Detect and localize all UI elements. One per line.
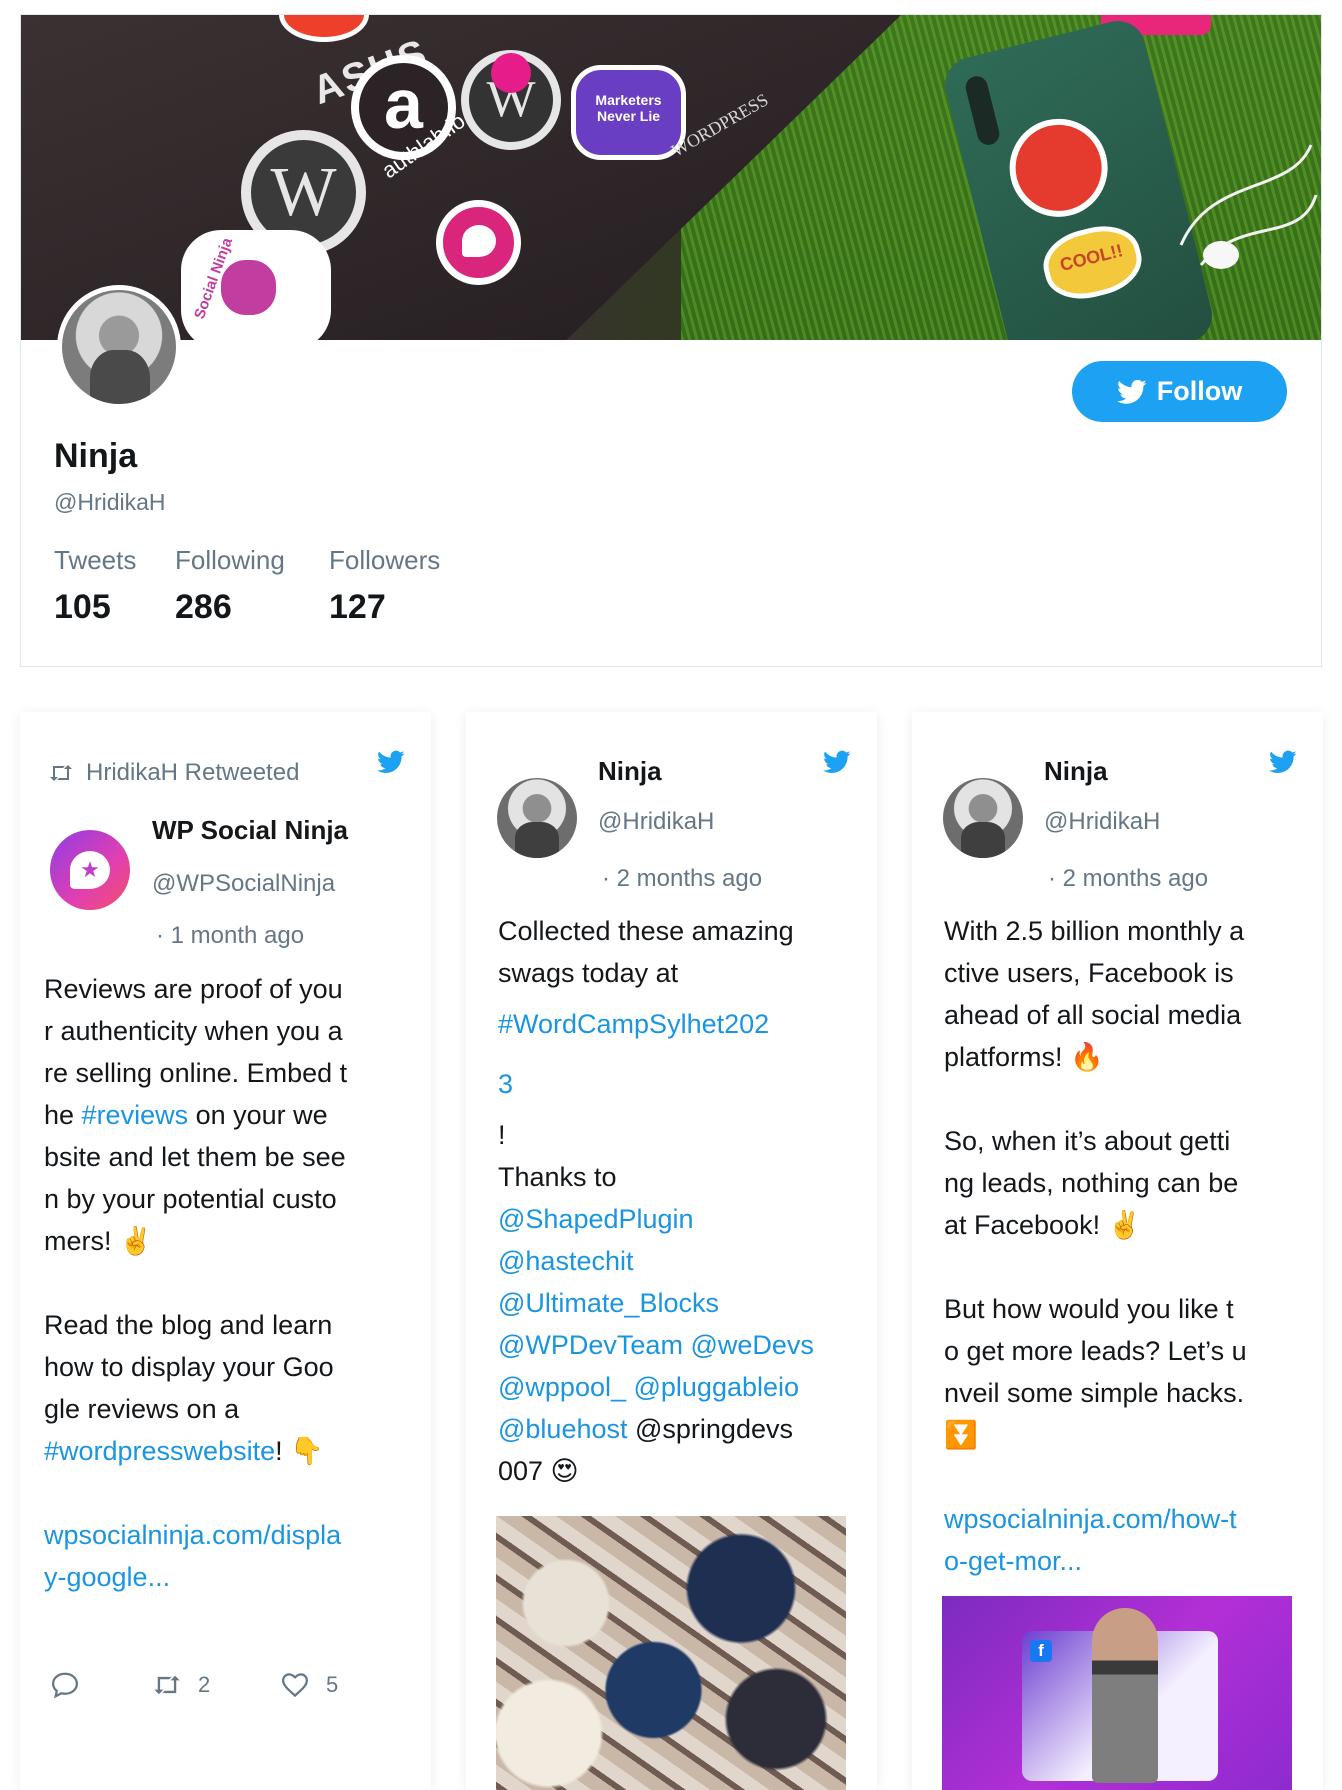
media-person bbox=[1092, 1608, 1158, 1783]
stat-followers[interactable]: Followers 127 bbox=[329, 545, 440, 627]
tweet-timestamp[interactable]: · 2 months ago bbox=[602, 865, 762, 893]
hashtag-link[interactable]: #wordpresswebsite bbox=[44, 1436, 275, 1466]
tweet-url-link[interactable]: wpsocialninja.com/displa y-google... bbox=[44, 1520, 341, 1592]
twitter-bird-icon[interactable] bbox=[377, 750, 405, 774]
stat-value: 286 bbox=[175, 588, 232, 626]
profile-card: ASUS a authlab.io W W Marketers Never Li… bbox=[20, 14, 1322, 667]
reply-icon bbox=[51, 1672, 79, 1699]
hashtag-link[interactable]: #WordCampSylhet202 3 bbox=[498, 1009, 769, 1099]
retweet-icon bbox=[50, 765, 72, 781]
social-ninja-sticker bbox=[436, 200, 521, 285]
tweet-timestamp[interactable]: · 1 month ago bbox=[156, 922, 304, 950]
tweet-author-name[interactable]: WP Social Ninja bbox=[152, 815, 348, 846]
tweet-author-handle[interactable]: @HridikaH bbox=[598, 808, 714, 836]
like-button[interactable]: 5 bbox=[280, 1670, 338, 1700]
tweet-author-name[interactable]: Ninja bbox=[1044, 756, 1108, 787]
like-icon bbox=[281, 1673, 309, 1698]
stat-label: Following bbox=[175, 545, 285, 575]
tweet-url-link[interactable]: wpsocialninja.com/how-t o-get-mor... bbox=[944, 1504, 1237, 1576]
profile-avatar[interactable] bbox=[57, 285, 181, 409]
tweet-author-handle[interactable]: @HridikaH bbox=[1044, 808, 1160, 836]
mention-links[interactable]: @ShapedPlugin @hastechit @Ultimate_Block… bbox=[498, 1204, 814, 1444]
tweet-actions: 2 5 bbox=[50, 1670, 400, 1710]
like-count: 5 bbox=[326, 1672, 339, 1697]
tweet-text-part: ! Thanks to bbox=[498, 1120, 617, 1192]
follow-button-label: Follow bbox=[1156, 376, 1243, 406]
tweet-text-part: on your we bsite and let them be see n b… bbox=[44, 1100, 346, 1424]
tweet-author-name[interactable]: Ninja bbox=[598, 756, 662, 787]
tweet-text: Reviews are proof of you r authenticity … bbox=[44, 968, 414, 1598]
earphones-image bbox=[1179, 144, 1318, 269]
tweet-media-image[interactable]: f bbox=[942, 1596, 1292, 1790]
retweet-icon bbox=[154, 1675, 180, 1695]
cover-marketers-text: Marketers Never Lie bbox=[595, 92, 662, 124]
tweet-card-2[interactable]: Ninja @HridikaH · 2 months ago Collected… bbox=[466, 712, 877, 1790]
pink-balloons bbox=[491, 53, 531, 93]
stat-value: 105 bbox=[54, 588, 111, 626]
tweet-text-part: With 2.5 billion monthly a ctive users, … bbox=[944, 916, 1247, 1450]
cover-cool-text: COOL!! bbox=[1057, 240, 1125, 276]
tweet-author-avatar[interactable] bbox=[943, 778, 1023, 858]
tweet-card-1[interactable]: HridikaH Retweeted ★ WP Social Ninja @WP… bbox=[20, 712, 431, 1790]
retweet-indicator: HridikaH Retweeted bbox=[48, 759, 299, 787]
cover-image: ASUS a authlab.io W W Marketers Never Li… bbox=[21, 15, 1321, 340]
retweet-button[interactable]: 2 bbox=[152, 1670, 210, 1700]
tweet-media-image[interactable] bbox=[496, 1516, 846, 1790]
tweet-text-part: Collected these amazing swags today at bbox=[498, 916, 794, 988]
twitter-bird-icon[interactable] bbox=[1269, 750, 1297, 774]
wp-social-ninja-avatar[interactable]: ★ bbox=[50, 830, 130, 910]
tweet-text: Collected these amazing swags today at #… bbox=[498, 910, 868, 1492]
tweet-author-handle[interactable]: @WPSocialNinja bbox=[152, 870, 335, 898]
follow-button[interactable]: Follow bbox=[1072, 361, 1287, 422]
profile-name: Ninja bbox=[54, 437, 138, 475]
retweet-count: 2 bbox=[198, 1672, 211, 1697]
stat-tweets[interactable]: Tweets 105 bbox=[54, 545, 136, 627]
profile-handle: @HridikaH bbox=[54, 489, 166, 515]
hashtag-link[interactable]: #reviews bbox=[82, 1100, 189, 1130]
stat-label: Tweets bbox=[54, 545, 137, 575]
star-icon: ★ bbox=[70, 851, 110, 889]
tweet-author-avatar[interactable] bbox=[497, 778, 577, 858]
retweeted-label: HridikaH Retweeted bbox=[86, 759, 300, 786]
twitter-bird-icon bbox=[1116, 379, 1147, 404]
twitter-bird-icon[interactable] bbox=[823, 750, 851, 774]
stat-following[interactable]: Following 286 bbox=[175, 545, 285, 627]
stat-value: 127 bbox=[329, 588, 386, 626]
stat-label: Followers bbox=[329, 545, 441, 575]
reply-button[interactable] bbox=[50, 1670, 80, 1700]
facebook-icon: f bbox=[1030, 1640, 1052, 1662]
tweet-timestamp[interactable]: · 2 months ago bbox=[1048, 865, 1208, 893]
tweet-text: With 2.5 billion monthly a ctive users, … bbox=[944, 910, 1314, 1582]
tweet-text-part: ! 👇 bbox=[275, 1436, 324, 1466]
tweet-card-3[interactable]: Ninja @HridikaH · 2 months ago With 2.5 … bbox=[912, 712, 1323, 1790]
